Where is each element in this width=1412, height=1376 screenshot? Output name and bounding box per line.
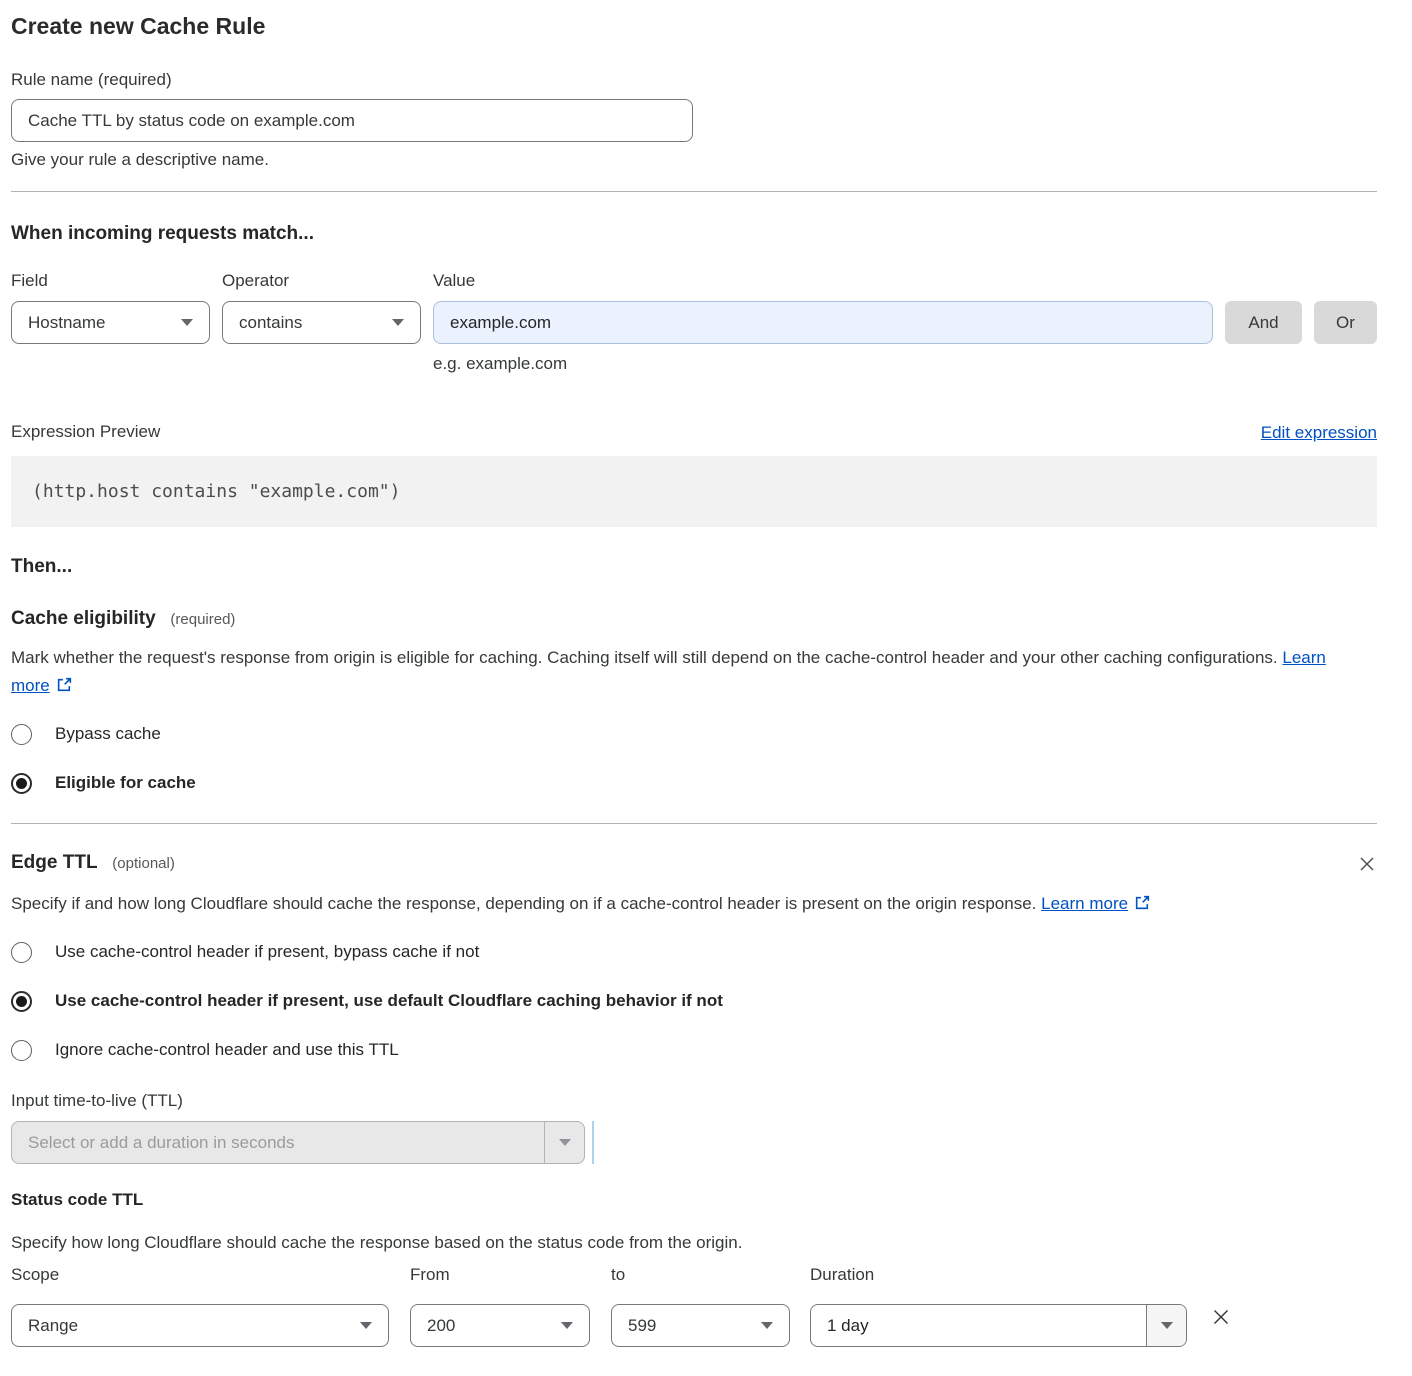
from-label: From bbox=[410, 1264, 590, 1286]
to-label: to bbox=[611, 1264, 790, 1286]
edge-ttl-heading-row: Edge TTL (optional) bbox=[11, 851, 175, 875]
radio-selected-icon[interactable] bbox=[11, 991, 32, 1012]
duration-value: 1 day bbox=[811, 1305, 1146, 1346]
field-select-value: Hostname bbox=[28, 313, 105, 333]
cache-eligibility-heading: Cache eligibility bbox=[11, 608, 156, 629]
radio-unselected-icon[interactable] bbox=[11, 724, 32, 745]
bypass-cache-option[interactable]: Bypass cache bbox=[11, 723, 1377, 745]
edge-ttl-option-bypass-label[interactable]: Use cache-control header if present, byp… bbox=[55, 941, 479, 963]
scope-label: Scope bbox=[11, 1264, 389, 1286]
chevron-down-icon bbox=[559, 1139, 571, 1146]
then-heading: Then... bbox=[11, 555, 1377, 579]
to-select-value: 599 bbox=[628, 1316, 656, 1336]
to-select[interactable]: 599 bbox=[611, 1304, 790, 1347]
operator-select[interactable]: contains bbox=[222, 301, 421, 344]
edit-expression-link[interactable]: Edit expression bbox=[1261, 423, 1377, 443]
chevron-down-icon bbox=[360, 1322, 372, 1329]
cache-eligibility-heading-row: Cache eligibility (required) bbox=[11, 607, 1377, 631]
edge-ttl-heading: Edge TTL bbox=[11, 852, 98, 873]
status-code-ttl-row: Scope Range From 200 to 599 Duration 1 d… bbox=[11, 1264, 1377, 1347]
cache-eligibility-description: Mark whether the request's response from… bbox=[11, 644, 1341, 702]
scope-select-value: Range bbox=[28, 1316, 78, 1336]
value-label: Value bbox=[433, 270, 1213, 292]
value-input[interactable]: example.com bbox=[433, 301, 1213, 344]
edge-ttl-option-bypass[interactable]: Use cache-control header if present, byp… bbox=[11, 941, 1377, 963]
edge-ttl-description: Specify if and how long Cloudflare shoul… bbox=[11, 890, 1341, 920]
operator-select-value: contains bbox=[239, 313, 302, 333]
value-helper: e.g. example.com bbox=[433, 353, 1213, 375]
chevron-down-icon bbox=[1161, 1322, 1173, 1329]
chevron-down-icon bbox=[181, 319, 193, 326]
close-edge-ttl-icon[interactable] bbox=[1357, 854, 1377, 879]
match-expression-row: Field Hostname Operator contains Value e… bbox=[11, 270, 1377, 375]
edge-ttl-option-default[interactable]: Use cache-control header if present, use… bbox=[11, 990, 1377, 1012]
expression-preview-label: Expression Preview bbox=[11, 421, 160, 443]
and-button[interactable]: And bbox=[1225, 301, 1302, 344]
divider bbox=[11, 191, 1377, 192]
chevron-down-icon bbox=[392, 319, 404, 326]
expression-preview-code: (http.host contains "example.com") bbox=[11, 456, 1377, 527]
edge-ttl-option-default-label[interactable]: Use cache-control header if present, use… bbox=[55, 990, 723, 1012]
ttl-duration-placeholder: Select or add a duration in seconds bbox=[12, 1122, 544, 1163]
field-select[interactable]: Hostname bbox=[11, 301, 210, 344]
remove-status-ttl-icon[interactable] bbox=[1210, 1295, 1232, 1338]
duration-dropdown-button[interactable] bbox=[1146, 1305, 1186, 1346]
edge-ttl-option-ignore[interactable]: Ignore cache-control header and use this… bbox=[11, 1039, 1377, 1061]
operator-label: Operator bbox=[222, 270, 421, 292]
rule-name-input[interactable] bbox=[11, 99, 693, 142]
scope-select[interactable]: Range bbox=[11, 1304, 389, 1347]
create-cache-rule-form: Create new Cache Rule Rule name (require… bbox=[0, 0, 1412, 1347]
ttl-duration-dropdown-button[interactable] bbox=[544, 1122, 584, 1163]
expression-code-text: (http.host contains "example.com") bbox=[32, 481, 400, 502]
match-section-heading: When incoming requests match... bbox=[11, 222, 1377, 246]
external-link-icon bbox=[56, 674, 73, 702]
status-code-ttl-description: Specify how long Cloudflare should cache… bbox=[11, 1229, 1341, 1257]
edge-ttl-qualifier: (optional) bbox=[112, 855, 175, 872]
from-select[interactable]: 200 bbox=[410, 1304, 590, 1347]
radio-selected-icon[interactable] bbox=[11, 773, 32, 794]
from-select-value: 200 bbox=[427, 1316, 455, 1336]
or-button[interactable]: Or bbox=[1314, 301, 1377, 344]
ttl-input-label: Input time-to-live (TTL) bbox=[11, 1090, 1377, 1112]
field-label: Field bbox=[11, 270, 210, 292]
duration-label: Duration bbox=[810, 1264, 1187, 1286]
duration-combobox[interactable]: 1 day bbox=[810, 1304, 1187, 1347]
eligible-for-cache-option[interactable]: Eligible for cache bbox=[11, 772, 1377, 794]
value-input-text: example.com bbox=[450, 313, 551, 333]
bypass-cache-label[interactable]: Bypass cache bbox=[55, 723, 161, 745]
external-link-icon bbox=[1134, 892, 1151, 920]
rule-name-helper: Give your rule a descriptive name. bbox=[11, 149, 1377, 171]
radio-unselected-icon[interactable] bbox=[11, 1040, 32, 1061]
edge-ttl-description-text: Specify if and how long Cloudflare shoul… bbox=[11, 894, 1036, 913]
status-code-ttl-heading: Status code TTL bbox=[11, 1189, 1377, 1211]
edge-ttl-option-ignore-label[interactable]: Ignore cache-control header and use this… bbox=[55, 1039, 399, 1061]
cache-eligibility-qualifier: (required) bbox=[170, 611, 235, 628]
page-title: Create new Cache Rule bbox=[11, 12, 1377, 40]
eligible-for-cache-label[interactable]: Eligible for cache bbox=[55, 772, 196, 794]
chevron-down-icon bbox=[761, 1322, 773, 1329]
rule-name-label: Rule name (required) bbox=[11, 69, 1377, 91]
text-caret bbox=[592, 1121, 594, 1164]
chevron-down-icon bbox=[561, 1322, 573, 1329]
divider bbox=[11, 823, 1377, 824]
cache-eligibility-description-text: Mark whether the request's response from… bbox=[11, 648, 1278, 667]
edge-ttl-learn-more-link[interactable]: Learn more bbox=[1041, 894, 1128, 913]
radio-unselected-icon[interactable] bbox=[11, 942, 32, 963]
ttl-duration-select[interactable]: Select or add a duration in seconds bbox=[11, 1121, 585, 1164]
